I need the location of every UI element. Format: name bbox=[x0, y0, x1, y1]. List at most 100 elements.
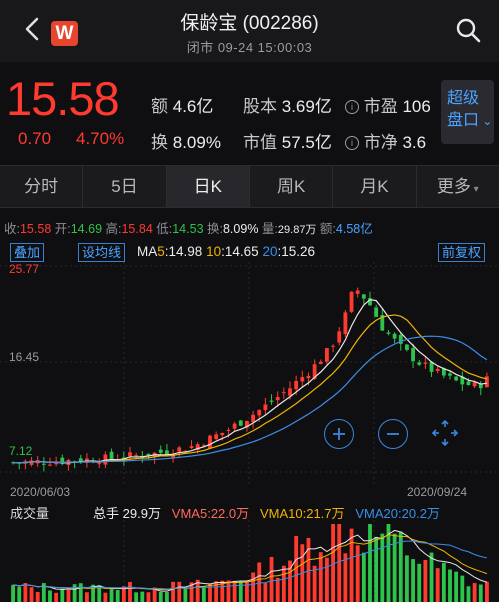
candle-body bbox=[165, 450, 169, 455]
volume-total: 29.9万 bbox=[122, 506, 161, 521]
adjust-button[interactable]: 前复权 bbox=[438, 243, 486, 262]
period-tabs: 分时 5日 日K 周K 月K 更多 ▾ bbox=[0, 165, 499, 208]
volume-bar bbox=[374, 536, 379, 602]
tab-daily-k[interactable]: 日K bbox=[166, 166, 250, 207]
candle-body bbox=[128, 452, 132, 457]
volume-bar bbox=[23, 583, 28, 602]
mktcap-value: 57.5亿 bbox=[281, 133, 332, 152]
pe-field[interactable]: i 市盈 106 bbox=[345, 92, 431, 117]
volume-bar bbox=[134, 592, 139, 602]
market-status: 闭市 09-24 15:00:03 bbox=[186, 40, 313, 55]
volume-bar bbox=[11, 584, 15, 602]
amount-field: 额 4.6亿 bbox=[151, 92, 213, 117]
pb-label: 市净 bbox=[363, 133, 398, 152]
info-icon[interactable]: i bbox=[345, 136, 359, 150]
volume-bar bbox=[183, 587, 188, 602]
candle-body bbox=[318, 361, 323, 365]
amount-value: 4.58亿 bbox=[335, 222, 373, 236]
volume-bar bbox=[115, 589, 120, 602]
volume-bar bbox=[29, 587, 34, 602]
volume-bar bbox=[251, 572, 255, 602]
tab-weekly-k[interactable]: 周K bbox=[250, 166, 334, 207]
tab-more[interactable]: 更多 ▾ bbox=[417, 166, 499, 207]
volume-bar bbox=[72, 584, 77, 602]
candle-body bbox=[466, 381, 471, 386]
volume-chart[interactable] bbox=[0, 520, 499, 602]
volume-bar bbox=[17, 586, 22, 602]
overlay-button[interactable]: 叠加 bbox=[10, 243, 45, 262]
candle-body bbox=[257, 410, 262, 416]
shares-field: 股本 3.69亿 bbox=[243, 92, 332, 117]
tab-monthly-k[interactable]: 月K bbox=[333, 166, 417, 207]
volume-bar bbox=[411, 559, 415, 602]
ma-legend: MA5:14.98 10:14.65 20:15.26 bbox=[137, 244, 316, 259]
set-ma-button[interactable]: 设均线 bbox=[78, 243, 126, 262]
volume-bar bbox=[460, 575, 465, 602]
volume-bar bbox=[269, 556, 274, 602]
last-price: 15.58 bbox=[6, 72, 120, 125]
y-axis-mid: 16.45 bbox=[9, 350, 40, 364]
volume-bar bbox=[226, 580, 231, 602]
mktcap-label: 市值 bbox=[243, 133, 277, 152]
price-change-pct: 4.70% bbox=[76, 129, 125, 148]
volume-bar bbox=[66, 589, 71, 602]
high-value: 15.84 bbox=[121, 222, 153, 236]
y-axis-min: 7.12 bbox=[9, 444, 33, 458]
candle-body bbox=[288, 388, 292, 396]
volume-bar bbox=[140, 591, 145, 602]
volume-bar bbox=[275, 577, 280, 602]
volume-bar bbox=[238, 581, 243, 602]
volume-bar bbox=[60, 588, 65, 602]
volume-bar bbox=[165, 592, 169, 602]
shares-label: 股本 bbox=[243, 97, 277, 116]
tab-5day[interactable]: 5日 bbox=[83, 166, 167, 207]
super-orderbook-button[interactable]: 超级 盘口 ⌄ bbox=[441, 80, 494, 144]
volume-bar bbox=[146, 592, 151, 602]
pb-value: 3.6 bbox=[402, 133, 427, 152]
volume-bar bbox=[478, 584, 483, 602]
zoom-out-icon[interactable] bbox=[378, 419, 408, 449]
pb-field[interactable]: i 市净 3.6 bbox=[345, 128, 426, 153]
search-icon[interactable] bbox=[453, 15, 483, 45]
volume-bar bbox=[78, 583, 83, 602]
candle-body bbox=[189, 446, 194, 449]
volume-bar bbox=[128, 581, 132, 602]
candle-body bbox=[48, 464, 52, 466]
candle-body bbox=[158, 449, 163, 453]
candle-body bbox=[472, 382, 477, 387]
shares-value: 3.69亿 bbox=[281, 97, 332, 116]
volume-bar bbox=[171, 581, 175, 602]
fullscreen-icon[interactable] bbox=[430, 418, 460, 448]
candle-body bbox=[331, 345, 335, 347]
volume-bar bbox=[48, 590, 52, 602]
chevron-down-icon: ▾ bbox=[470, 184, 479, 195]
kline-chart[interactable] bbox=[0, 262, 499, 484]
candle-body bbox=[251, 414, 255, 422]
candle-body bbox=[448, 373, 452, 376]
volume-bar bbox=[306, 537, 311, 602]
turnover-field: 换 8.09% bbox=[151, 128, 221, 153]
candle-body bbox=[214, 434, 219, 440]
volume-bar bbox=[485, 581, 489, 602]
volume-bar bbox=[263, 583, 268, 602]
candle-body bbox=[417, 362, 422, 365]
pe-label: 市盈 bbox=[363, 97, 398, 116]
stock-title: 保龄宝 (002286) bbox=[180, 13, 319, 34]
info-icon[interactable]: i bbox=[345, 100, 359, 114]
mktcap-field: 市值 57.5亿 bbox=[243, 128, 332, 153]
candle-body bbox=[454, 376, 459, 381]
volume-bar bbox=[368, 524, 372, 602]
x-axis-end: 2020/09/24 bbox=[407, 485, 468, 499]
volume-bar bbox=[318, 552, 323, 602]
volume-bar bbox=[417, 563, 422, 602]
volume-bar bbox=[355, 545, 360, 602]
volume-bar bbox=[429, 552, 434, 602]
volume-bar bbox=[361, 552, 366, 602]
volume-bar bbox=[177, 581, 182, 602]
candle-body bbox=[41, 463, 46, 465]
price-change: 0.70 bbox=[18, 129, 52, 148]
open-value: 14.69 bbox=[70, 222, 103, 236]
zoom-in-icon[interactable] bbox=[324, 419, 354, 449]
candle-body bbox=[109, 451, 114, 459]
tab-timeshare[interactable]: 分时 bbox=[0, 166, 84, 207]
